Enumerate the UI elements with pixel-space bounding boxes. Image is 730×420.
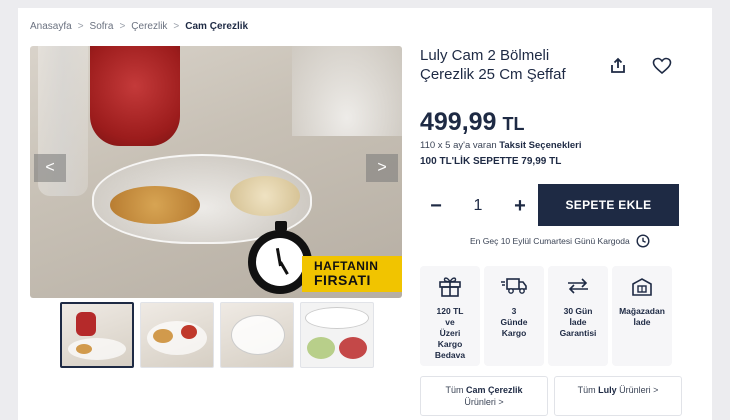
breadcrumb-cerezlik[interactable]: Çerezlik [131, 21, 167, 32]
installment-prefix: 110 x 5 ay'a varan [420, 140, 497, 151]
installment-options-link[interactable]: Taksit Seçenekleri [499, 140, 581, 151]
breadcrumb: Anasayfa > Sofra > Çerezlik > Cam Çerezl… [30, 18, 248, 34]
photo-glass-base [292, 46, 402, 136]
breadcrumb-current: Cam Çerezlik [185, 20, 249, 32]
return-arrows-icon [568, 278, 588, 294]
truck-icon [501, 278, 527, 294]
gallery-next-button[interactable]: > [366, 154, 398, 182]
shipping-info: En Geç 10 Eylül Cumartesi Günü Kargoda [470, 234, 650, 248]
price: 499,99 TL [420, 108, 524, 137]
feature-list: 120 TL ve Üzeri Kargo Bedava 3 Günde Kar… [420, 266, 672, 366]
all-brand-products-link[interactable]: Tüm Luly Ürünleri > [554, 376, 682, 416]
photo-dried-fruit [110, 186, 200, 224]
photo-red-carafe [90, 46, 180, 146]
link-prefix: Tüm [445, 385, 464, 395]
feature-store-return: Mağazadan İade [612, 266, 672, 366]
feature-text: 120 TL ve Üzeri Kargo Bedava [434, 306, 466, 360]
link-category-name: Cam Çerezlik [465, 385, 523, 395]
feature-fast-delivery: 3 Günde Kargo [484, 266, 544, 366]
badge-line2: FIRSATI [314, 271, 371, 288]
gallery-prev-button[interactable]: < [34, 154, 66, 182]
thumbnail-1[interactable] [60, 302, 134, 368]
add-to-cart-button[interactable]: SEPETE EKLE [538, 184, 679, 226]
main-product-image[interactable]: < > HAFTANIN FIRSATI [30, 46, 402, 298]
link-brand-name: Luly [598, 385, 617, 395]
share-icon [611, 57, 625, 73]
breadcrumb-separator: > [77, 20, 84, 32]
thumbnail-3[interactable] [220, 302, 294, 368]
installment-info: 110 x 5 ay'a varan Taksit Seçenekleri [420, 140, 582, 151]
chevron-left-icon: < [45, 159, 55, 176]
product-title: Luly Cam 2 Bölmeli Çerezlik 25 Cm Şeffaf [420, 47, 566, 83]
clock-icon [636, 234, 650, 248]
related-links: Tüm Cam Çerezlik Ürünleri > Tüm Luly Ürü… [420, 376, 682, 416]
price-currency: TL [502, 114, 525, 134]
feature-text: 30 Gün İade Garantisi [559, 306, 597, 338]
feature-text: Mağazadan İade [619, 306, 665, 327]
shipping-text: En Geç 10 Eylül Cumartesi Günü Kargoda [470, 236, 630, 246]
breadcrumb-separator: > [173, 20, 180, 32]
promo-text: 100 TL'LİK SEPETTE 79,99 TL [420, 156, 562, 167]
link-suffix: Ürünleri > [464, 397, 504, 407]
breadcrumb-sofra[interactable]: Sofra [90, 21, 114, 32]
photo-almonds [230, 176, 300, 216]
thumbnail-strip [60, 302, 374, 368]
quantity-increase-button[interactable]: + [506, 192, 534, 220]
weekly-deal-badge: HAFTANIN FIRSATI [302, 256, 402, 292]
feature-free-shipping: 120 TL ve Üzeri Kargo Bedava [420, 266, 480, 366]
breadcrumb-home[interactable]: Anasayfa [30, 21, 72, 32]
product-page: Anasayfa > Sofra > Çerezlik > Cam Çerezl… [18, 8, 712, 420]
chevron-right-icon: > [377, 159, 387, 176]
feature-text: 3 Günde Kargo [500, 306, 528, 338]
quantity-input[interactable] [460, 192, 496, 220]
link-suffix: Ürünleri > [619, 385, 659, 395]
store-return-icon [632, 278, 652, 296]
feature-return-guarantee: 30 Gün İade Garantisi [548, 266, 608, 366]
thumbnail-4[interactable] [300, 302, 374, 368]
quantity-stepper: − + [422, 186, 534, 226]
quantity-decrease-button[interactable]: − [422, 192, 450, 220]
share-button[interactable] [602, 50, 634, 82]
favorite-button[interactable] [646, 50, 678, 82]
breadcrumb-separator: > [119, 20, 126, 32]
gift-icon [439, 277, 461, 297]
heart-icon [652, 57, 672, 75]
thumbnail-2[interactable] [140, 302, 214, 368]
price-amount: 499,99 [420, 108, 497, 136]
link-prefix: Tüm [577, 385, 596, 395]
all-category-products-link[interactable]: Tüm Cam Çerezlik Ürünleri > [420, 376, 548, 416]
